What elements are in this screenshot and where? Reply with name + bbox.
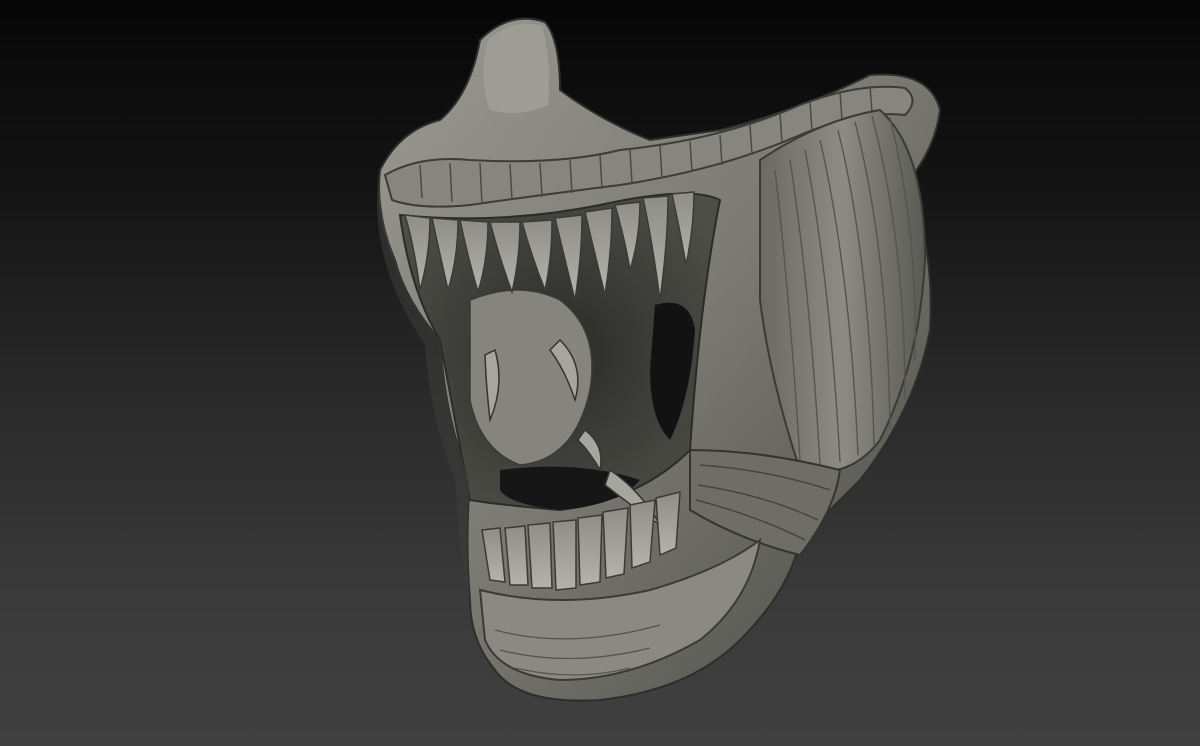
nose-bridge <box>483 23 550 114</box>
sculpted-creature-jaw-mask <box>376 17 942 702</box>
viewport-canvas[interactable] <box>0 0 1200 746</box>
